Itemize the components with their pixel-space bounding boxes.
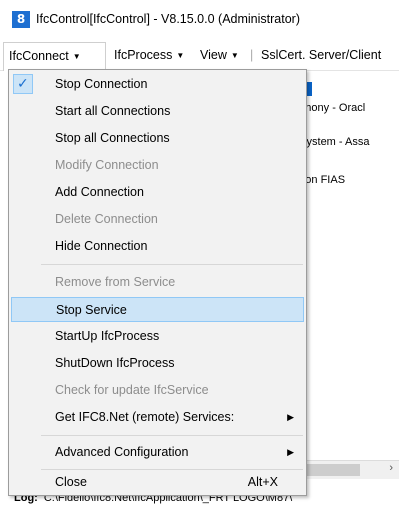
title-bar: 8 IfcControl[IfcControl] - V8.15.0.0 (Ad…: [0, 0, 399, 40]
chevron-down-icon: ▼: [230, 51, 239, 60]
chevron-down-icon: ▼: [176, 51, 185, 60]
check-icon: ✓: [13, 74, 33, 94]
menu-item-advanced-configuration[interactable]: Advanced Configuration ▶: [11, 440, 304, 465]
menu-separator: [41, 435, 303, 436]
app-logo-icon: 8: [12, 11, 30, 28]
menu-item-add-connection[interactable]: Add Connection: [11, 180, 304, 205]
menu-item-start-all-connections[interactable]: Start all Connections: [11, 99, 304, 124]
menu-item-delete-connection: Delete Connection: [55, 212, 158, 226]
menu-item-stop-service[interactable]: Stop Service: [11, 297, 304, 322]
chevron-down-icon: ▼: [72, 52, 81, 61]
scroll-right-icon[interactable]: ›: [389, 462, 393, 474]
menu-bar: IfcConnect ▼ IfcProcess ▼ View ▼ | SslCert.…: [0, 42, 399, 71]
menu-sslcert[interactable]: SslCert. Server/Client: [261, 42, 381, 69]
menu-item-check-for-update: Check for update IfcService: [55, 383, 209, 397]
menu-item-modify-connection: Modify Connection: [55, 158, 159, 172]
menu-item-stop-connection[interactable]: ✓ Stop Connection: [11, 72, 304, 97]
ifcconnect-dropdown-menu: ✓ Stop Connection Start all Connections …: [8, 69, 307, 496]
menu-item-shutdown-ifcprocess[interactable]: ShutDown IfcProcess: [11, 351, 304, 376]
submenu-arrow-icon: ▶: [287, 412, 294, 422]
menu-item-remove-from-service: Remove from Service: [55, 275, 176, 289]
menu-item-stop-all-connections[interactable]: Stop all Connections: [11, 126, 304, 151]
menu-item-startup-ifcprocess[interactable]: StartUp IfcProcess: [11, 324, 304, 349]
submenu-arrow-icon: ▶: [287, 447, 294, 457]
shortcut-label: Alt+X: [247, 475, 278, 489]
menu-ifcconnect[interactable]: IfcConnect ▼: [3, 42, 106, 71]
window-title: IfcControl[IfcControl] - V8.15.0.0 (Admi…: [36, 12, 300, 26]
menu-separator: |: [250, 48, 254, 62]
menu-view[interactable]: View ▼: [200, 42, 239, 69]
menu-item-close[interactable]: Close Alt+X: [11, 470, 304, 495]
menu-ifcprocess[interactable]: IfcProcess ▼: [114, 42, 184, 69]
menu-separator: [41, 264, 303, 265]
menu-item-hide-connection[interactable]: Hide Connection: [11, 234, 304, 259]
menu-item-get-ifc8-net-services[interactable]: Get IFC8.Net (remote) Services: ▶: [11, 405, 304, 430]
